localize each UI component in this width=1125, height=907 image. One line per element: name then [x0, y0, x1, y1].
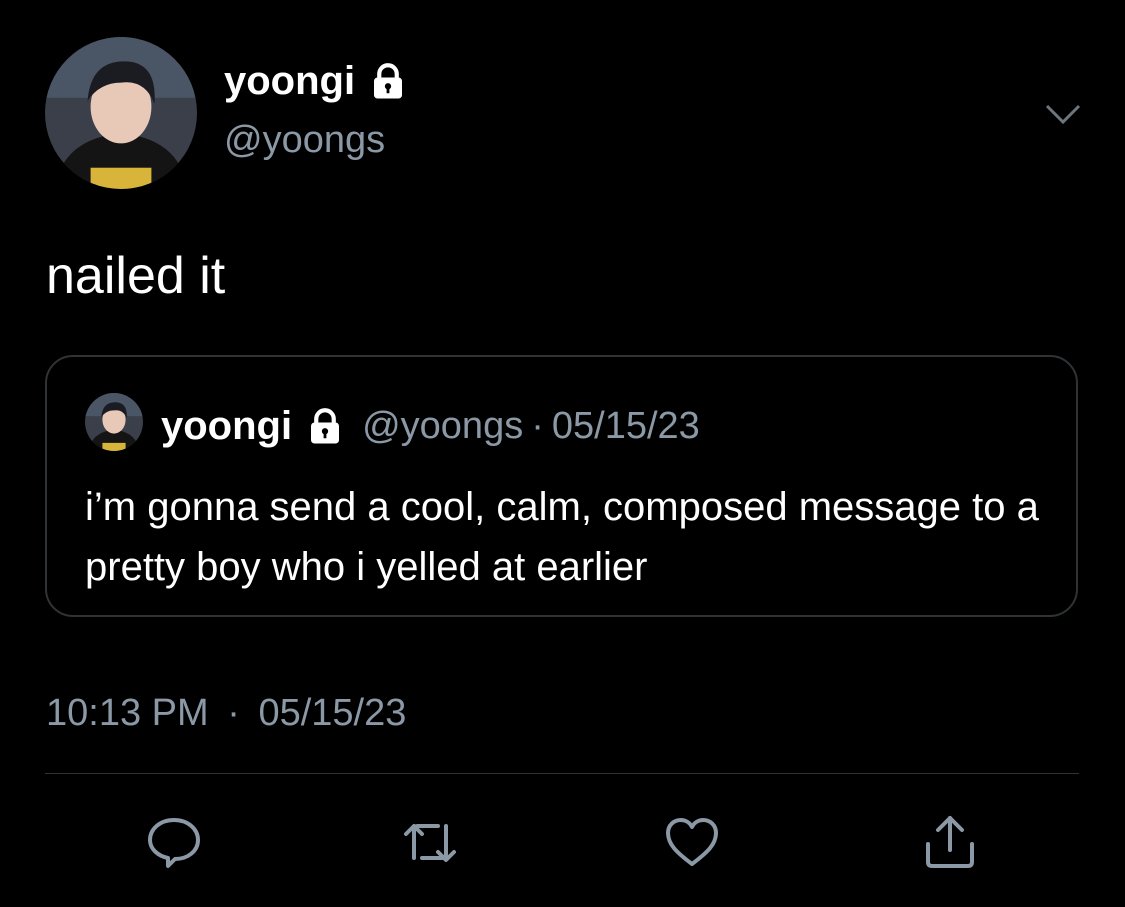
lock-icon — [311, 408, 340, 444]
quoted-author-display-name: yoongi — [161, 404, 293, 448]
separator-dot: · — [531, 405, 544, 447]
retweet-button[interactable] — [400, 812, 460, 872]
quoted-tweet[interactable]: yoongi @yoongs · 05/15/23 i’m gonna send… — [45, 355, 1078, 617]
share-icon — [926, 816, 974, 868]
author-display-name[interactable]: yoongi — [224, 61, 355, 101]
quoted-tweet-header: yoongi @yoongs · 05/15/23 — [161, 405, 700, 447]
retweet-icon — [404, 824, 456, 862]
chevron-down-icon[interactable] — [1043, 96, 1083, 130]
profile-photo-icon — [85, 393, 143, 451]
tweet-text: nailed it — [46, 247, 226, 305]
quoted-author-avatar — [85, 393, 143, 451]
separator-dot: · — [227, 692, 240, 734]
quoted-author-handle: @yoongs — [362, 405, 524, 447]
divider — [45, 773, 1079, 774]
tweet-date: 05/15/23 — [258, 692, 407, 734]
share-button[interactable] — [920, 812, 980, 872]
lock-icon — [374, 63, 403, 99]
author-handle[interactable]: @yoongs — [224, 121, 385, 159]
profile-photo-icon — [45, 37, 197, 189]
tweet-timestamp[interactable]: 10:13 PM · 05/15/23 — [46, 694, 406, 732]
heart-icon — [666, 818, 718, 866]
quoted-tweet-date: 05/15/23 — [551, 405, 700, 447]
author-name-row: yoongi — [224, 60, 409, 102]
quoted-tweet-text: i’m gonna send a cool, calm, composed me… — [85, 485, 1039, 589]
tweet-time: 10:13 PM — [46, 692, 209, 734]
author-avatar[interactable] — [45, 37, 197, 189]
reply-button[interactable] — [144, 812, 204, 872]
reply-icon — [148, 818, 200, 868]
like-button[interactable] — [662, 812, 722, 872]
